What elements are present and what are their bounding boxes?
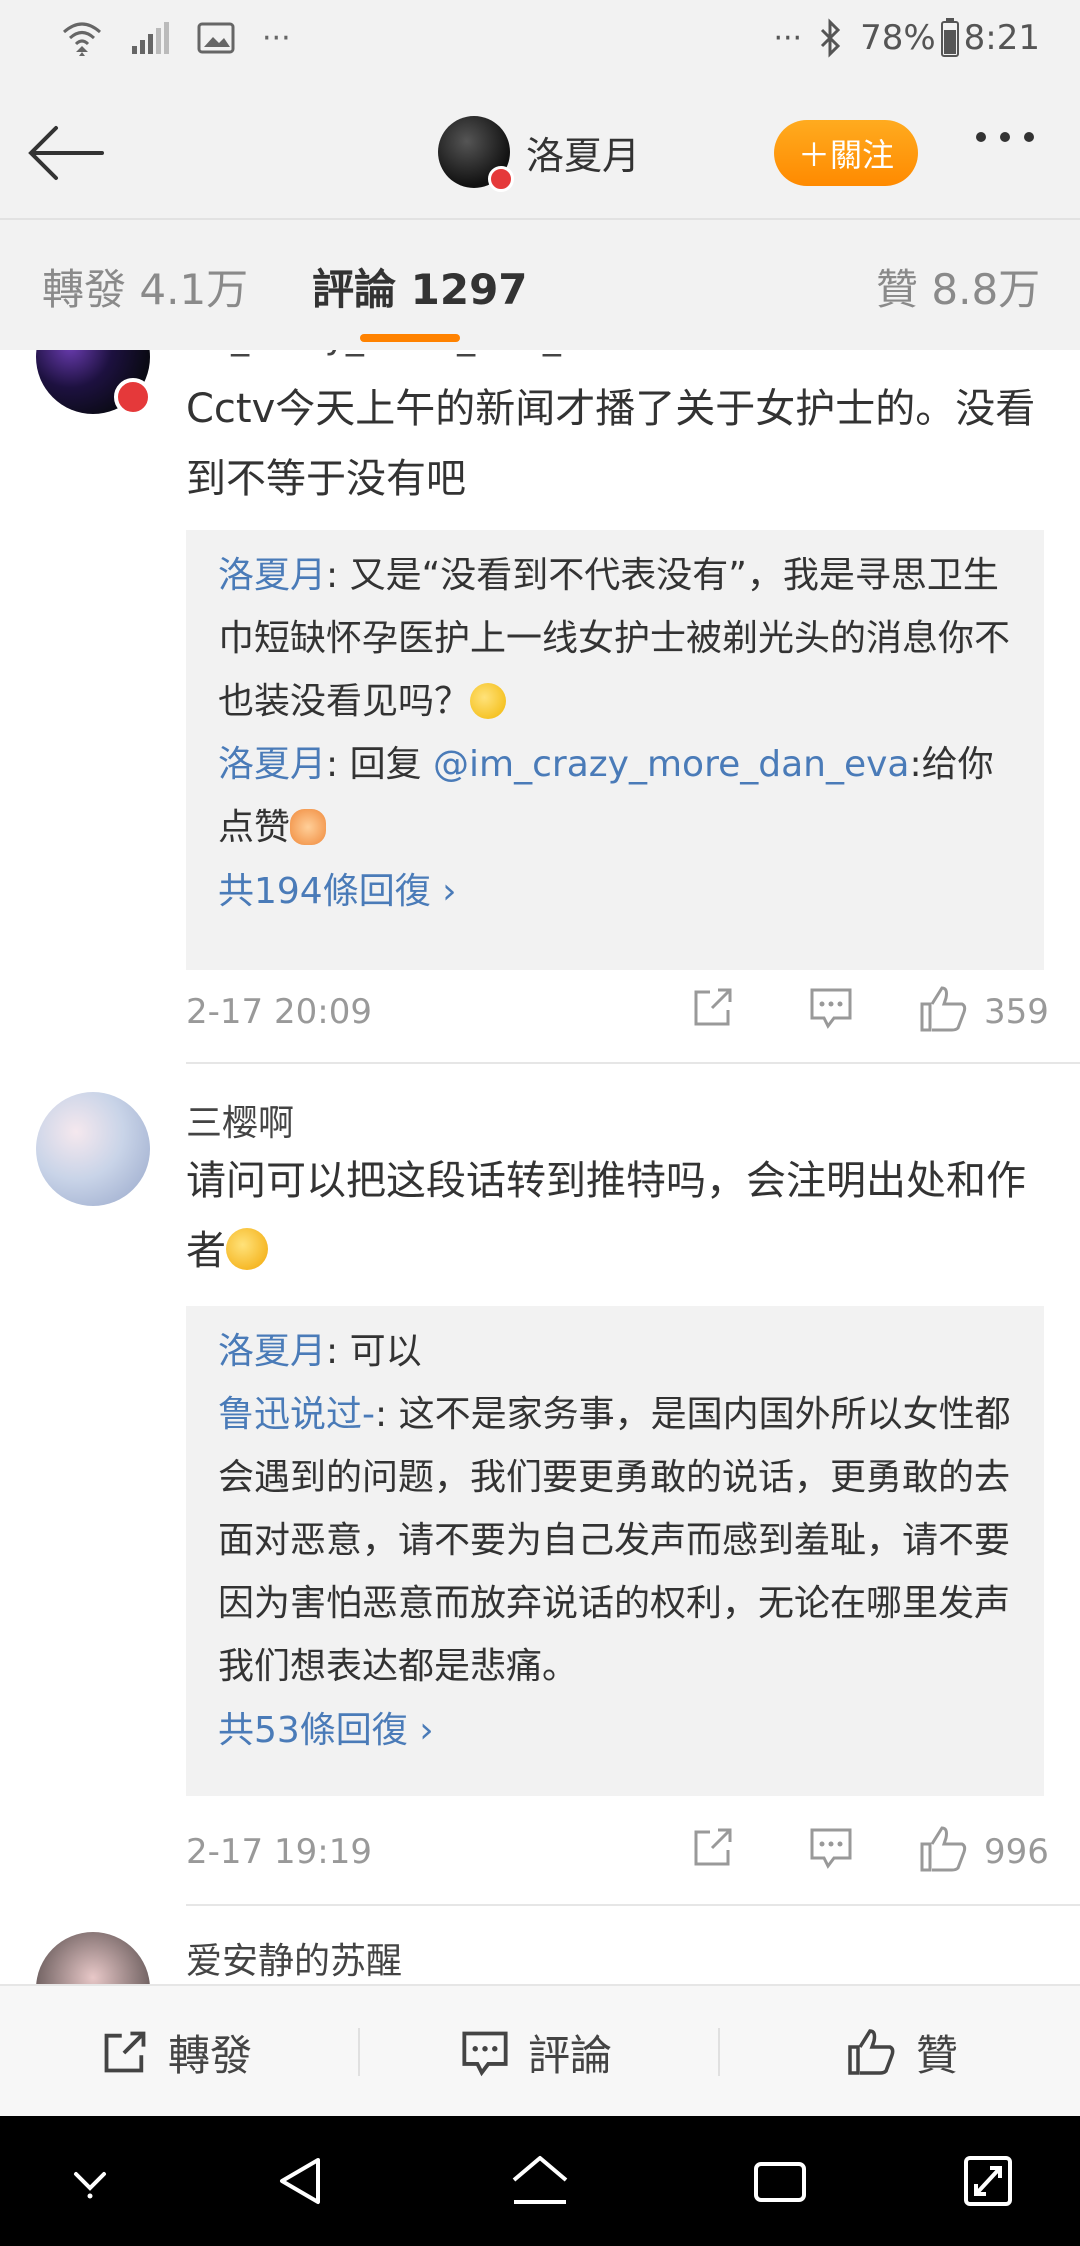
repost-icon (104, 2031, 146, 2073)
gallery-icon (197, 22, 235, 54)
commenter-name[interactable]: 爱安静的苏醒 (186, 1932, 402, 1984)
back-nav-icon[interactable] (272, 2116, 332, 2246)
like-count: 996 (984, 1832, 1049, 1872)
commenter-name[interactable]: 三樱啊 (186, 1094, 294, 1146)
comment-divider (186, 1904, 1080, 1906)
smile-emoji-icon (470, 683, 507, 719)
signal-icon (132, 22, 169, 54)
comment-text: 请问可以把这段话转到推特吗，会注明出处和作者 (186, 1146, 1046, 1286)
comment-divider (186, 1062, 1080, 1064)
commenter-avatar[interactable] (36, 1932, 150, 1984)
bluetooth-icon (821, 18, 841, 58)
active-tab-indicator (360, 334, 460, 342)
tab-likes[interactable]: 贊 8.8万 (876, 256, 1040, 317)
reply-separator: : (326, 1331, 350, 1372)
reply-item[interactable]: 洛夏月: 回复 @im_crazy_more_dan_eva:给你点赞 (218, 733, 1012, 859)
repost-label: 轉發 (168, 2030, 253, 2080)
status-more: ··· (262, 20, 291, 56)
comment-meta: 2-17 19:19 996 (186, 1824, 1049, 1884)
status-bar: ··· ··· 78% 8:21 (0, 0, 1080, 90)
home-nav-icon[interactable] (508, 2116, 572, 2246)
commenter-avatar[interactable] (36, 1092, 150, 1206)
battery-percent: 78% (860, 18, 936, 58)
reply-box[interactable]: 洛夏月: 又是“没看到不代表没有”，我是寻思卫生巾短缺怀孕医护上一线女护士被剃光… (186, 530, 1044, 970)
more-replies-link[interactable]: 共53條回復 › (218, 1698, 1012, 1764)
reply-text: 这不是家务事，是国内国外所以女性都会遇到的问题，我们要更勇敢的说话，更勇敢的去面… (218, 1394, 1011, 1687)
verified-badge-icon (488, 166, 514, 192)
tab-likes-label: 贊 (876, 265, 919, 314)
reply-text: 可以 (349, 1331, 422, 1372)
chevron-right-icon: › (419, 1710, 434, 1751)
reply-item[interactable]: 鲁迅说过-: 这不是家务事，是国内国外所以女性都会遇到的问题，我们要更勇敢的说话… (218, 1383, 1012, 1698)
comment-feed[interactable]: im_crazy_more_dan_eva Cctv今天上午的新闻才播了关于女护… (0, 350, 1080, 1984)
comment-button[interactable]: 評論 (460, 1986, 612, 2118)
profile-header[interactable]: 洛夏月 (438, 116, 640, 192)
like-button[interactable]: 贊 (846, 1986, 958, 2118)
battery-icon (940, 18, 959, 57)
reply-author[interactable]: 洛夏月 (218, 744, 326, 785)
system-nav-bar (0, 2116, 1080, 2246)
mention-link[interactable]: @im_crazy_more_dan_eva (433, 744, 909, 785)
like-thumb-icon[interactable] (918, 984, 970, 1034)
top-bar: 洛夏月 ＋關注 (0, 90, 1080, 220)
tab-reposts-label: 轉發 (42, 265, 127, 314)
more-replies-label: 共194條回復 (218, 871, 431, 912)
commenter-name[interactable]: im_crazy_more_dan_eva (186, 350, 626, 357)
blush-emoji-icon (226, 1228, 268, 1270)
comment-timestamp: 2-17 19:19 (186, 1832, 372, 1872)
bottom-action-bar: 轉發 評論 贊 (0, 1984, 1080, 2118)
tab-reposts[interactable]: 轉發 4.1万 (42, 256, 248, 317)
reply-author[interactable]: 鲁迅说过- (218, 1394, 375, 1435)
more-options-icon[interactable] (976, 132, 1034, 142)
recent-apps-icon[interactable] (750, 2116, 810, 2246)
hide-keyboard-icon[interactable] (62, 2116, 118, 2246)
status-more-right: ··· (773, 20, 803, 56)
tab-comments-count: 1297 (410, 265, 528, 314)
repost-button[interactable]: 轉發 (100, 1986, 252, 2118)
reply-prefix: 回复 (349, 744, 434, 785)
back-arrow-icon[interactable] (22, 120, 112, 186)
profile-name[interactable]: 洛夏月 (526, 125, 640, 180)
reply-item[interactable]: 洛夏月: 又是“没看到不代表没有”，我是寻思卫生巾短缺怀孕医护上一线女护士被剃光… (218, 544, 1012, 733)
tab-reposts-count: 4.1万 (139, 265, 249, 314)
more-replies-link[interactable]: 共194條回復 › (218, 859, 1012, 925)
like-thumb-icon[interactable] (918, 1824, 970, 1874)
expand-screen-icon[interactable] (960, 2116, 1016, 2246)
clock: 8:21 (963, 18, 1040, 58)
reply-item[interactable]: 洛夏月: 可以 (218, 1320, 1012, 1383)
wifi-icon (63, 22, 101, 56)
comment-timestamp: 2-17 20:09 (186, 992, 372, 1032)
reply-separator: : (375, 1394, 399, 1435)
reply-author[interactable]: 洛夏月 (218, 555, 326, 596)
more-replies-label: 共53條回復 (218, 1710, 408, 1751)
tab-comments-label: 評論 (312, 265, 397, 314)
comment-text-body: 请问可以把这段话转到推特吗，会注明出处和作者 (186, 1158, 1026, 1274)
divider (358, 2028, 360, 2076)
like-label: 贊 (916, 2030, 959, 2080)
like-thumb-icon (848, 2029, 895, 2075)
comment-label: 評論 (528, 2030, 613, 2080)
commenter-avatar[interactable] (36, 350, 152, 416)
like-count: 359 (984, 992, 1049, 1032)
avatar[interactable] (438, 116, 514, 192)
tab-comments[interactable]: 評論 1297 (312, 256, 528, 317)
clap-emoji-icon (290, 809, 327, 845)
comment-meta: 2-17 20:09 359 (186, 984, 1049, 1044)
comment-text: Cctv今天上午的新闻才播了关于女护士的。没看到不等于没有吧 (186, 386, 1036, 502)
divider (718, 2028, 720, 2076)
reply-box[interactable]: 洛夏月: 可以 鲁迅说过-: 这不是家务事，是国内国外所以女性都会遇到的问题，我… (186, 1306, 1044, 1796)
chevron-right-icon: › (442, 871, 457, 912)
reply-author[interactable]: 洛夏月 (218, 1331, 326, 1372)
reply-comment-icon[interactable] (808, 1824, 854, 1870)
tab-likes-count: 8.8万 (931, 265, 1041, 314)
tab-bar: 轉發 4.1万 評論 1297 贊 8.8万 (0, 220, 1080, 350)
comment-icon (462, 2031, 508, 2077)
share-icon[interactable] (690, 984, 736, 1030)
reply-separator: : (326, 555, 350, 596)
reply-separator: : (326, 744, 350, 785)
verified-badge-icon (114, 378, 152, 416)
reply-comment-icon[interactable] (808, 984, 854, 1030)
share-icon[interactable] (690, 1824, 736, 1870)
follow-button[interactable]: ＋關注 (774, 120, 918, 186)
